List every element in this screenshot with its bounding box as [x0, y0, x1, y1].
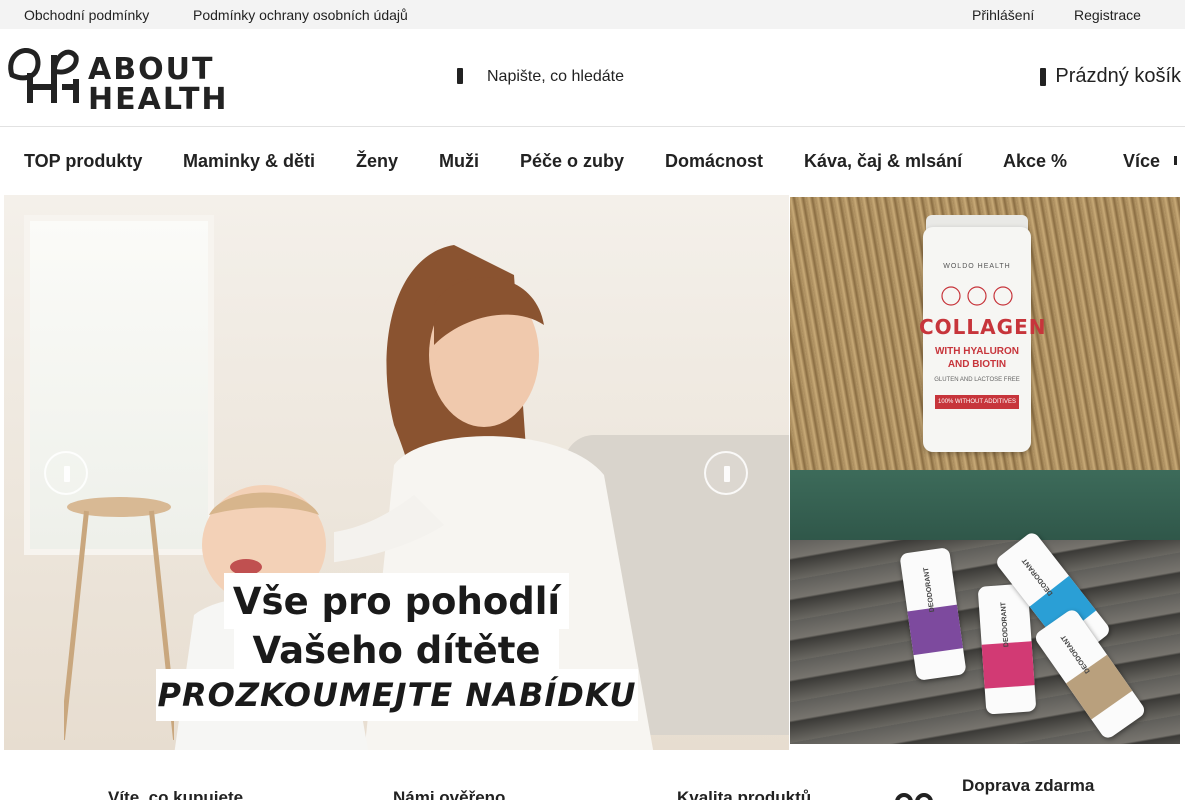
nav-item-women[interactable]: Ženy [356, 151, 398, 172]
main-nav: TOP produkty Maminky & děti Ženy Muži Pé… [0, 128, 1185, 194]
cart-icon [1040, 68, 1047, 86]
nav-item-sale[interactable]: Akce % [1003, 151, 1067, 172]
cart-label: Prázdný košík [1055, 65, 1181, 87]
benefit-verified: Námi ověřeno [393, 788, 506, 800]
register-link[interactable]: Registrace [1074, 7, 1141, 23]
hero-headline-line1: Vše pro pohodlí [224, 573, 569, 629]
collagen-jar: WOLDO HEALTH COLLAGEN WITH HYALURON AND … [919, 227, 1045, 452]
login-link[interactable]: Přihlášení [972, 7, 1034, 23]
slider-next-button[interactable] [704, 451, 748, 495]
chevron-down-icon [1174, 156, 1178, 165]
collagen-icons [941, 286, 1013, 306]
nav-item-dental-care[interactable]: Péče o zuby [520, 151, 624, 172]
top-bar: Obchodní podmínky Podmínky ochrany osobn… [0, 0, 1185, 29]
nav-item-men[interactable]: Muži [439, 151, 479, 172]
nav-more-label: Více [1123, 151, 1161, 171]
arrow-left-icon [64, 466, 70, 482]
collagen-brand: WOLDO HEALTH [943, 263, 1011, 270]
collagen-title: COLLAGEN [919, 315, 1047, 339]
logo-text-health: HEALTH [88, 82, 229, 117]
collagen-subtitle: WITH HYALURON AND BIOTIN [934, 346, 1020, 370]
nav-item-more[interactable]: Více [1123, 151, 1180, 172]
logo-mark-icon [8, 48, 79, 103]
logo-text-about: ABOUT [88, 52, 215, 87]
site-header: ABOUT HEALTH Prázdný košík [0, 29, 1185, 127]
nav-item-top-products[interactable]: TOP produkty [24, 151, 142, 172]
promo-banner-collagen[interactable]: WOLDO HEALTH COLLAGEN WITH HYALURON AND … [790, 197, 1180, 470]
search-icon[interactable] [450, 65, 472, 87]
promo-banner-deodorants[interactable]: DEODORANT DEODORANT DEODORANT DEODORANT [790, 470, 1180, 744]
nav-item-mothers-kids[interactable]: Maminky & děti [183, 151, 315, 172]
cart-button[interactable]: Prázdný košík [1040, 65, 1181, 91]
privacy-link[interactable]: Podmínky ochrany osobních údajů [193, 7, 408, 23]
arrow-right-icon [724, 466, 730, 482]
collagen-strip: 100% WITHOUT ADDITIVES [935, 395, 1019, 409]
search-bar[interactable] [450, 59, 750, 95]
slider-prev-button[interactable] [44, 451, 88, 495]
hero-headline-line2: Vašeho dítěte [234, 625, 559, 675]
nav-item-household[interactable]: Domácnost [665, 151, 763, 172]
logo[interactable]: ABOUT HEALTH [4, 43, 227, 115]
truck-icon [895, 793, 933, 800]
search-input[interactable] [487, 63, 747, 91]
terms-link[interactable]: Obchodní podmínky [24, 7, 149, 23]
nav-item-coffee-tea[interactable]: Káva, čaj & mlsání [804, 151, 962, 172]
hero-cta[interactable]: PROZKOUMEJTE NABÍDKU [156, 669, 638, 721]
benefit-know-what-you-buy: Víte, co kupujete [108, 788, 244, 800]
benefit-quality: Kvalita produktů [677, 788, 812, 800]
collagen-note: GLUTEN AND LACTOSE FREE [934, 377, 1020, 383]
hero-slider[interactable]: Vše pro pohodlí Vašeho dítěte PROZKOUMEJ… [4, 195, 789, 750]
benefit-free-shipping: Doprava zdarma [962, 776, 1095, 795]
